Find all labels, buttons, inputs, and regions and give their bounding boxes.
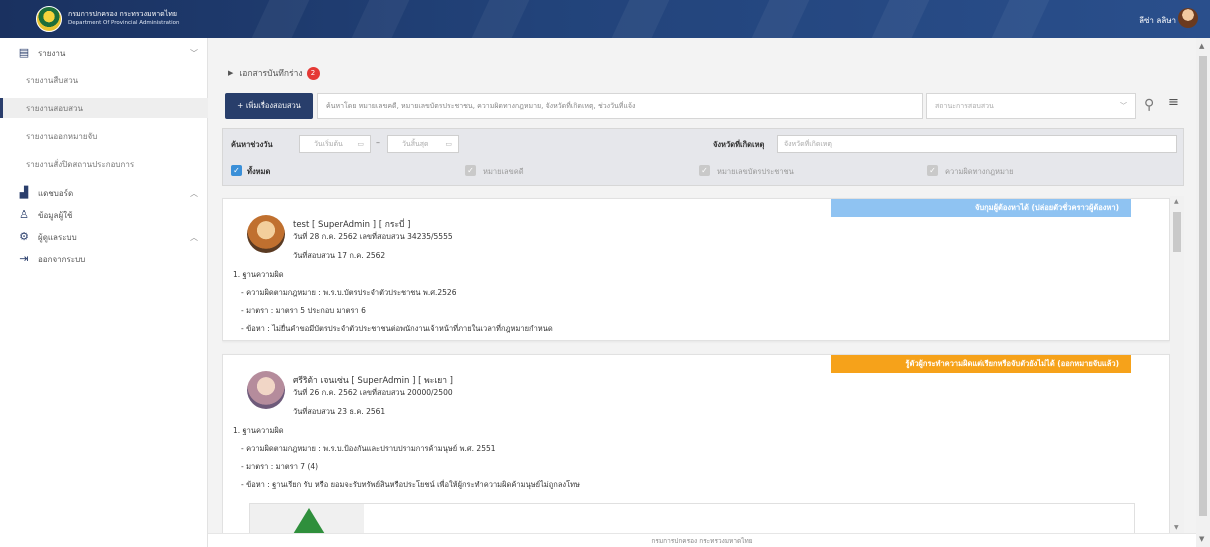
sidebar-group-label: รายงาน bbox=[38, 48, 66, 58]
chevron-down-icon: ﹀ bbox=[190, 48, 198, 58]
search-toolbar: + เพิ่มเรื่องสอบสวน ค้นหาโดย หมายเลขคดี,… bbox=[222, 91, 1184, 121]
footer: กรมการปกครอง กระทรวงมหาดไทย bbox=[208, 533, 1196, 547]
filter-icon[interactable]: ≡ bbox=[1168, 95, 1179, 110]
caret-right-icon: ▶ bbox=[228, 69, 234, 77]
sidebar-item-investigation[interactable]: รายงานสืบสวน bbox=[0, 70, 208, 90]
dopa-logo bbox=[36, 6, 62, 32]
evidence-attachments bbox=[249, 503, 1135, 533]
results-scrollbar[interactable]: ▲ ▼ bbox=[1170, 196, 1184, 533]
offense-article: - มาตรา : มาตรา 7 (4) bbox=[241, 462, 319, 471]
offense-law: - ความผิดตามกฎหมาย : พ.ร.บ.ป้องกันและปรา… bbox=[241, 444, 496, 453]
status-select[interactable]: สถานะการสอบสวน ﹀ bbox=[926, 93, 1136, 119]
offense-charge: - ข้อหา : ไม่ยื่นคำขอมีบัตรประจำตัวประชา… bbox=[241, 324, 553, 333]
results-scroll-thumb[interactable] bbox=[1173, 212, 1181, 252]
province-input[interactable]: จังหวัดที่เกิดเหตุ bbox=[777, 135, 1177, 153]
date-separator: – bbox=[376, 138, 380, 147]
case-status-tag: รู้ตัวผู้กระทำความผิดแต่เรียกหรือจับตัวย… bbox=[831, 355, 1131, 373]
gear-icon: ⚙ bbox=[19, 230, 29, 243]
avatar bbox=[247, 215, 285, 253]
case-card[interactable]: จับกุมผู้ต้องหาได้ (ปล่อยตัวชั่วคราวผู้ต… bbox=[222, 198, 1170, 341]
checkbox-legal-offense-label: ความผิดทางกฎหมาย bbox=[945, 167, 1014, 176]
end-date-placeholder: วันสิ้นสุด bbox=[402, 140, 429, 148]
search-icon[interactable]: ⚲ bbox=[1144, 97, 1154, 113]
status-select-placeholder: สถานะการสอบสวน bbox=[935, 102, 994, 110]
sidebar-group-label: ออกจากระบบ bbox=[38, 254, 86, 264]
top-header: กรมการปกครอง กระทรวงมหาดไทย Department O… bbox=[0, 0, 1210, 38]
sidebar-item-inquiry[interactable]: รายงานสอบสวน bbox=[0, 98, 208, 118]
offense-article: - มาตรา : มาตรา 5 ประกอบ มาตรา 6 bbox=[241, 306, 366, 315]
case-date-number: วันที่ 26 ก.ค. 2562 เลขที่สอบสวน 20000/2… bbox=[293, 388, 453, 397]
checkbox-legal-offense[interactable]: ✓ bbox=[927, 165, 938, 176]
date-range-label: ค้นหาช่วงวัน bbox=[231, 140, 273, 149]
sidebar-item-arrest-warrant[interactable]: รายงานออกหมายจับ bbox=[0, 126, 208, 146]
checkbox-all[interactable]: ✓ bbox=[231, 165, 242, 176]
checkbox-id-card-label: หมายเลขบัตรประชาชน bbox=[717, 167, 794, 176]
logout-icon: ⇥ bbox=[19, 252, 29, 265]
chart-icon: ▟ bbox=[19, 186, 29, 199]
offense-charge: - ข้อหา : ฐานเรียก รับ หรือ ยอมจะรับทรัพ… bbox=[241, 480, 581, 489]
chevron-up-icon: ︿ bbox=[190, 188, 198, 198]
checkbox-case-number[interactable]: ✓ bbox=[465, 165, 476, 176]
calendar-icon: ▭ bbox=[357, 140, 364, 148]
sidebar-item-label: รายงานสอบสวน bbox=[26, 103, 83, 113]
calendar-icon: ▭ bbox=[445, 140, 452, 148]
user-name[interactable]: ลีซ่า ลลิษา bbox=[1139, 14, 1176, 27]
province-label: จังหวัดที่เกิดเหตุ bbox=[713, 140, 765, 149]
scroll-down-icon[interactable]: ▼ bbox=[1199, 535, 1204, 543]
scroll-up-icon[interactable]: ▲ bbox=[1199, 42, 1204, 50]
search-input[interactable]: ค้นหาโดย หมายเลขคดี, หมายเลขบัตรประชาชน,… bbox=[317, 93, 923, 119]
case-status-tag: จับกุมผู้ต้องหาได้ (ปล่อยตัวชั่วคราวผู้ต… bbox=[831, 199, 1131, 217]
sidebar-group-report[interactable]: ▤ รายงาน ﹀ bbox=[0, 42, 208, 64]
user-avatar[interactable] bbox=[1178, 8, 1198, 28]
case-person-name: ศรีริต้า เจนเซ่น [ SuperAdmin ] [ พะเยา … bbox=[293, 376, 453, 386]
org-title: กรมการปกครอง กระทรวงมหาดไทย bbox=[68, 10, 177, 18]
drafts-label: เอกสารบันทึกร่าง bbox=[239, 69, 303, 79]
page-scroll-thumb[interactable] bbox=[1199, 56, 1207, 516]
chevron-down-icon: ﹀ bbox=[1120, 102, 1127, 110]
sidebar-item-label: รายงานออกหมายจับ bbox=[26, 131, 98, 141]
sidebar-item-label: รายงานสืบสวน bbox=[26, 75, 79, 85]
scroll-down-icon[interactable]: ▼ bbox=[1174, 524, 1179, 531]
case-person-name: test [ SuperAdmin ] [ กระบี่ ] bbox=[293, 220, 411, 230]
sidebar-group-logout[interactable]: ⇥ ออกจากระบบ bbox=[0, 248, 208, 270]
sidebar-group-admin[interactable]: ⚙ ผู้ดูแลระบบ ︿ bbox=[0, 226, 208, 248]
drafts-toggle[interactable]: ▶ เอกสารบันทึกร่าง 2 bbox=[228, 66, 320, 80]
checkbox-id-card[interactable]: ✓ bbox=[699, 165, 710, 176]
sidebar-group-label: ผู้ดูแลระบบ bbox=[38, 232, 77, 242]
sidebar: ▤ รายงาน ﹀ รายงานสืบสวน รายงานสอบสวน ราย… bbox=[0, 38, 208, 547]
report-icon: ▤ bbox=[18, 46, 30, 59]
inquiry-date: วันที่สอบสวน 17 ก.ค. 2562 bbox=[293, 251, 386, 260]
inquiry-date: วันที่สอบสวน 23 ธ.ค. 2561 bbox=[293, 407, 386, 416]
chevron-up-icon: ︿ bbox=[190, 232, 198, 242]
filter-panel: ค้นหาช่วงวัน วันเริ่มต้น ▭ – วันสิ้นสุด … bbox=[222, 128, 1184, 186]
start-date-input[interactable]: วันเริ่มต้น ▭ bbox=[299, 135, 371, 153]
evidence-image[interactable] bbox=[250, 504, 364, 533]
offense-section-title: 1. ฐานความผิด bbox=[233, 270, 284, 279]
sidebar-item-business-closure[interactable]: รายงานสั่งปิดสถานประกอบการ bbox=[0, 154, 208, 174]
org-subtitle: Department Of Provincial Administration bbox=[68, 20, 180, 26]
offense-law: - ความผิดตามกฎหมาย : พ.ร.บ.บัตรประจำตัวป… bbox=[241, 288, 457, 297]
start-date-placeholder: วันเริ่มต้น bbox=[314, 140, 343, 148]
end-date-input[interactable]: วันสิ้นสุด ▭ bbox=[387, 135, 459, 153]
scroll-up-icon[interactable]: ▲ bbox=[1174, 198, 1179, 205]
results-list: จับกุมผู้ต้องหาได้ (ปล่อยตัวชั่วคราวผู้ต… bbox=[222, 196, 1184, 533]
sidebar-group-label: แดชบอร์ด bbox=[38, 188, 74, 198]
case-card[interactable]: รู้ตัวผู้กระทำความผิดแต่เรียกหรือจับตัวย… bbox=[222, 354, 1170, 533]
sidebar-group-user-info[interactable]: ♙ ข้อมูลผู้ใช้ bbox=[0, 204, 208, 226]
add-inquiry-button[interactable]: + เพิ่มเรื่องสอบสวน bbox=[225, 93, 313, 119]
offense-section-title: 1. ฐานความผิด bbox=[233, 426, 284, 435]
case-date-number: วันที่ 28 ก.ค. 2562 เลขที่สอบสวน 34235/5… bbox=[293, 232, 453, 241]
checkbox-all-label: ทั้งหมด bbox=[247, 167, 271, 176]
page-scrollbar[interactable]: ▲ ▼ bbox=[1196, 38, 1210, 547]
checkbox-case-number-label: หมายเลขคดี bbox=[483, 167, 524, 176]
avatar bbox=[247, 371, 285, 409]
sidebar-item-label: รายงานสั่งปิดสถานประกอบการ bbox=[26, 159, 135, 169]
main-content: ▶ เอกสารบันทึกร่าง 2 + เพิ่มเรื่องสอบสวน… bbox=[208, 38, 1196, 533]
drafts-count-badge: 2 bbox=[306, 66, 320, 80]
sidebar-group-label: ข้อมูลผู้ใช้ bbox=[38, 210, 73, 220]
sidebar-group-dashboard[interactable]: ▟ แดชบอร์ด ︿ bbox=[0, 182, 208, 204]
user-icon: ♙ bbox=[19, 208, 29, 221]
